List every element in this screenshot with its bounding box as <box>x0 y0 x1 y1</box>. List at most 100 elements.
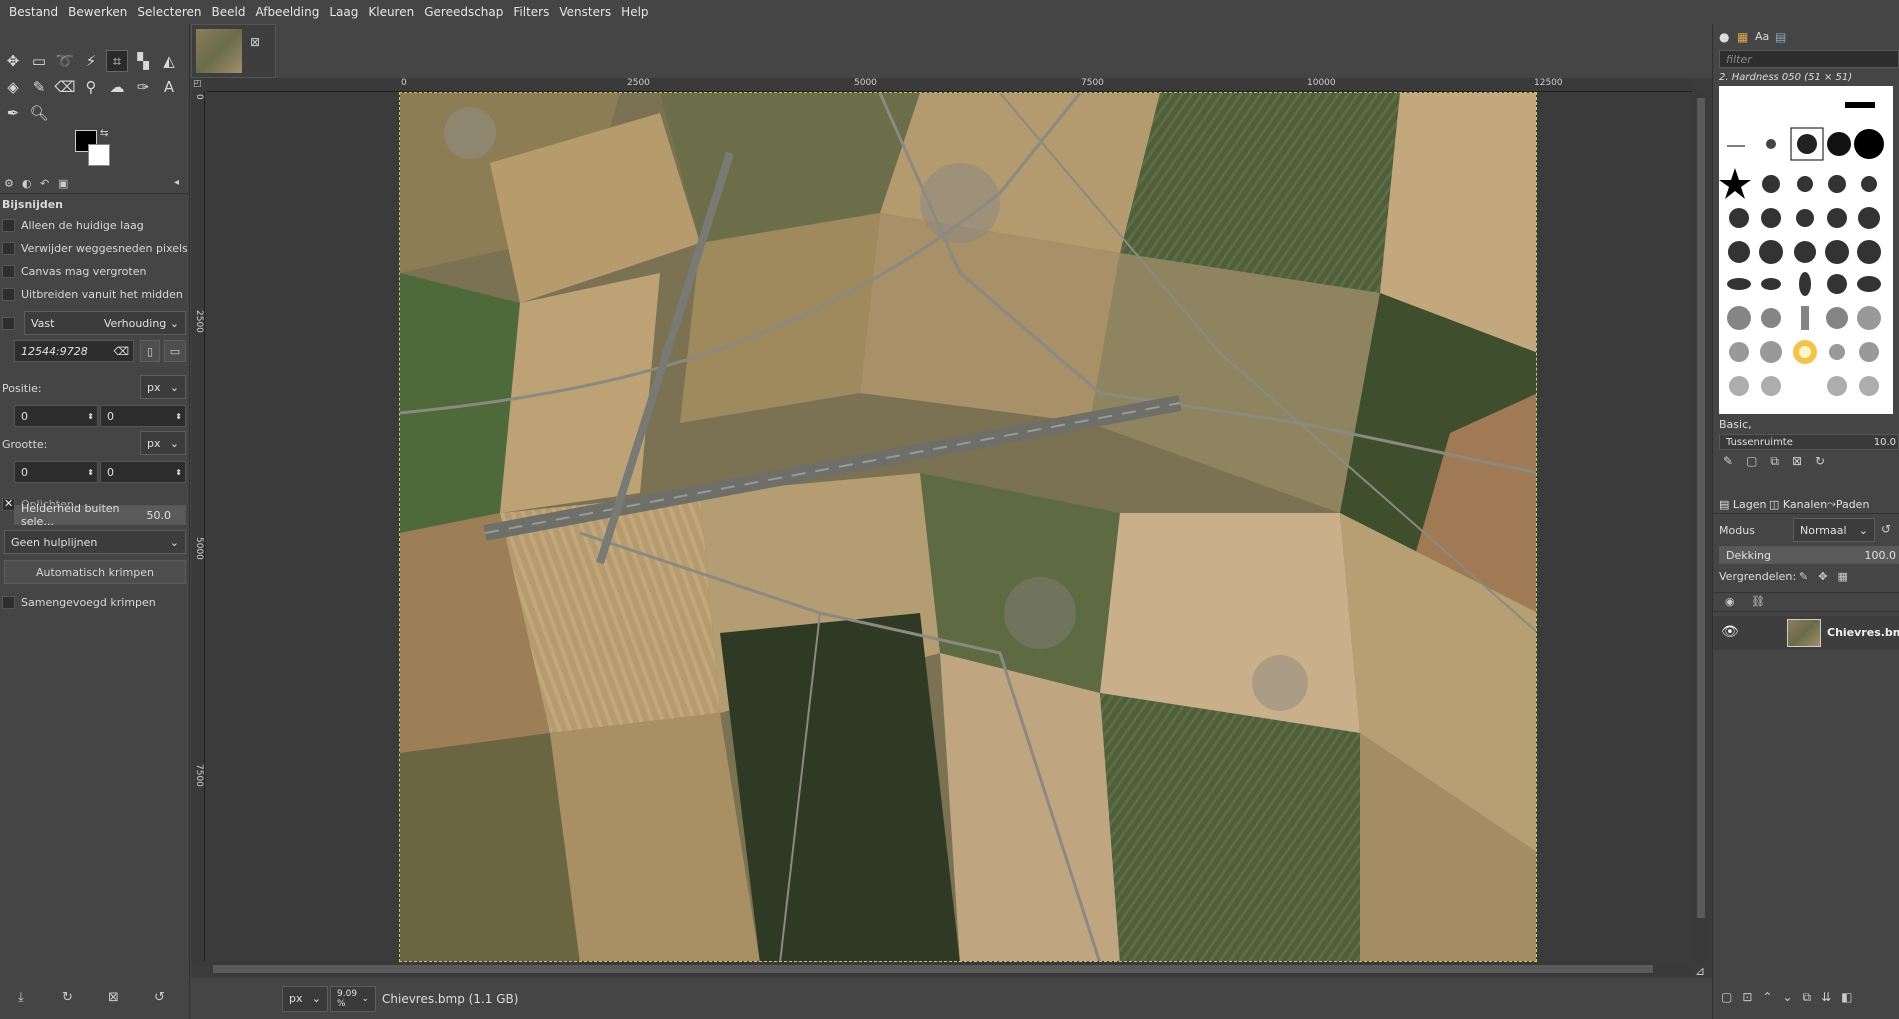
image-tab[interactable]: ⊠ <box>191 24 276 78</box>
fixed-mode-dropdown[interactable]: Vast Verhouding ⌄ <box>24 311 186 335</box>
swap-colors-icon[interactable]: ⇆ <box>100 128 108 139</box>
spin-icon[interactable]: ⬍ <box>175 412 182 421</box>
undo-history-tab-icon[interactable]: ↶ <box>40 177 49 190</box>
lock-position-icon[interactable]: ✥ <box>1818 570 1837 583</box>
lower-layer-icon[interactable]: ⌄ <box>1782 990 1802 1004</box>
delete-options-icon[interactable]: ⊠ <box>108 990 119 1005</box>
quickmask-icon[interactable]: ◰ <box>193 79 202 89</box>
eraser-tool-icon[interactable]: ⌫ <box>54 76 76 98</box>
move-tool-icon[interactable]: ✥ <box>2 50 24 72</box>
transform-tool-icon[interactable]: ▚ <box>132 50 154 72</box>
fonts-tab-icon[interactable]: Aa <box>1755 30 1769 43</box>
device-status-tab-icon[interactable]: ◐ <box>22 177 32 190</box>
spin-icon[interactable]: ⬍ <box>175 468 182 477</box>
highlight-slider[interactable]: Helderheid buiten sele... 50.0 <box>14 502 186 528</box>
menu-vensters[interactable]: Vensters <box>554 5 616 19</box>
option-delete-pixels[interactable]: Verwijder weggesneden pixels <box>2 238 188 258</box>
menu-laag[interactable]: Laag <box>324 5 363 19</box>
ratio-field[interactable]: 12544:9728 ⌫ <box>14 340 134 362</box>
position-y-field[interactable]: 0 ⬍ <box>100 405 186 427</box>
patterns-tab-icon[interactable]: ▦ <box>1737 30 1748 44</box>
reset-mode-icon[interactable]: ↺ <box>1881 522 1891 536</box>
document-history-tab-icon[interactable]: ▤ <box>1775 30 1786 44</box>
configure-tab-icon[interactable]: ◂ <box>174 177 179 188</box>
close-tab-icon[interactable]: ⊠ <box>250 35 260 49</box>
menu-afbeelding[interactable]: Afbeelding <box>250 5 324 19</box>
menu-help[interactable]: Help <box>616 5 653 19</box>
lasso-tool-icon[interactable]: ➰ <box>54 50 76 72</box>
mask-icon[interactable]: ◧ <box>1841 990 1862 1004</box>
merge-layer-icon[interactable]: ⇊ <box>1821 990 1841 1004</box>
aerial-image[interactable] <box>399 92 1537 962</box>
lock-pixels-icon[interactable]: ✎ <box>1799 570 1818 583</box>
layer-name[interactable]: Chievres.bmp <box>1827 626 1899 639</box>
portrait-button[interactable]: ▯ <box>140 340 160 362</box>
duplicate-layer-icon[interactable]: ⧉ <box>1803 990 1822 1004</box>
auto-shrink-button[interactable]: Automatisch krimpen <box>4 560 186 584</box>
navigate-icon[interactable]: ⊿ <box>1695 964 1705 978</box>
size-h-field[interactable]: 0 ⬍ <box>100 461 186 483</box>
menu-kleuren[interactable]: Kleuren <box>363 5 419 19</box>
brush-grid[interactable] <box>1719 86 1893 414</box>
spin-icon[interactable]: ⬍ <box>87 468 94 477</box>
fuzzy-select-tool-icon[interactable]: ⚡ <box>80 50 102 72</box>
bucket-fill-tool-icon[interactable]: ◈ <box>2 76 24 98</box>
guides-dropdown[interactable]: Geen hulplijnen ⌄ <box>4 530 186 554</box>
new-group-icon[interactable]: ⊡ <box>1742 990 1762 1004</box>
smudge-tool-icon[interactable]: ☁ <box>106 76 128 98</box>
raise-layer-icon[interactable]: ⌃ <box>1762 990 1782 1004</box>
spin-icon[interactable]: ⬍ <box>87 412 94 421</box>
refresh-brushes-icon[interactable]: ↻ <box>1815 454 1838 468</box>
menu-filters[interactable]: Filters <box>508 5 554 19</box>
menu-bestand[interactable]: Bestand <box>4 5 63 19</box>
option-expand-center[interactable]: Uitbreiden vanuit het midden <box>2 284 183 304</box>
menu-gereedschap[interactable]: Gereedschap <box>419 5 508 19</box>
scrollbar-thumb[interactable] <box>213 965 1653 973</box>
vertical-scrollbar[interactable] <box>1694 92 1708 962</box>
new-brush-icon[interactable]: ▢ <box>1746 454 1770 468</box>
duplicate-brush-icon[interactable]: ⧉ <box>1770 454 1792 468</box>
rect-select-tool-icon[interactable]: ▭ <box>28 50 50 72</box>
reset-options-icon[interactable]: ↺ <box>154 990 165 1005</box>
size-unit-dropdown[interactable]: px ⌄ <box>140 431 186 455</box>
landscape-button[interactable]: ▭ <box>164 340 186 362</box>
scrollbar-thumb[interactable] <box>1697 98 1705 918</box>
tab-layers[interactable]: ▤ Lagen <box>1719 495 1767 513</box>
save-options-icon[interactable]: ⤓ <box>18 990 24 1005</box>
option-current-layer[interactable]: Alleen de huidige laag <box>2 215 144 235</box>
tool-options-tab-icon[interactable]: ⚙ <box>4 177 14 190</box>
restore-options-icon[interactable]: ↻ <box>62 990 73 1005</box>
unit-dropdown[interactable]: px ⌄ <box>282 985 328 1012</box>
option-canvas-grow[interactable]: Canvas mag vergroten <box>2 261 146 281</box>
clone-tool-icon[interactable]: ⚲ <box>80 76 102 98</box>
option-merged-shrink[interactable]: Samengevoegd krimpen <box>2 592 156 612</box>
spacing-slider[interactable]: Tussenruimte 10.0 <box>1719 434 1899 450</box>
menu-selecteren[interactable]: Selecteren <box>132 5 206 19</box>
new-layer-icon[interactable]: ▢ <box>1721 990 1742 1004</box>
crop-tool-icon[interactable]: ⌗ <box>106 50 128 72</box>
zoom-dropdown[interactable]: 9.09 % ⌄ <box>330 985 376 1012</box>
brush-filter-input[interactable]: filter <box>1719 50 1899 68</box>
mode-dropdown[interactable]: Normaal ⌄ <box>1793 518 1875 542</box>
lock-alpha-icon[interactable]: ▦ <box>1837 570 1857 583</box>
warp-tool-icon[interactable]: ◭ <box>158 50 180 72</box>
option-fixed-checkbox[interactable] <box>2 313 21 333</box>
menu-bewerken[interactable]: Bewerken <box>63 5 132 19</box>
zoom-tool-icon[interactable]: 🔍︎ <box>28 102 50 124</box>
brushes-tab-icon[interactable]: ● <box>1719 30 1729 44</box>
edit-brush-icon[interactable]: ✎ <box>1723 454 1746 468</box>
position-unit-dropdown[interactable]: px ⌄ <box>140 375 186 399</box>
paintbrush-tool-icon[interactable]: ✎ <box>28 76 50 98</box>
background-color-swatch[interactable] <box>88 144 110 166</box>
position-x-field[interactable]: 0 ⬍ <box>14 405 98 427</box>
paths-tool-icon[interactable]: ✑ <box>132 76 154 98</box>
horizontal-scrollbar[interactable] <box>207 962 1692 976</box>
color-picker-tool-icon[interactable]: ✒ <box>2 102 24 124</box>
tab-paths[interactable]: ⤳ Paden <box>1827 495 1869 513</box>
delete-brush-icon[interactable]: ⊠ <box>1792 454 1815 468</box>
layer-row[interactable]: 👁︎ Chievres.bmp <box>1713 616 1899 650</box>
menu-beeld[interactable]: Beeld <box>206 5 250 19</box>
size-w-field[interactable]: 0 ⬍ <box>14 461 98 483</box>
eye-icon[interactable]: 👁︎ <box>1721 624 1739 640</box>
images-tab-icon[interactable]: ▣ <box>58 177 68 190</box>
